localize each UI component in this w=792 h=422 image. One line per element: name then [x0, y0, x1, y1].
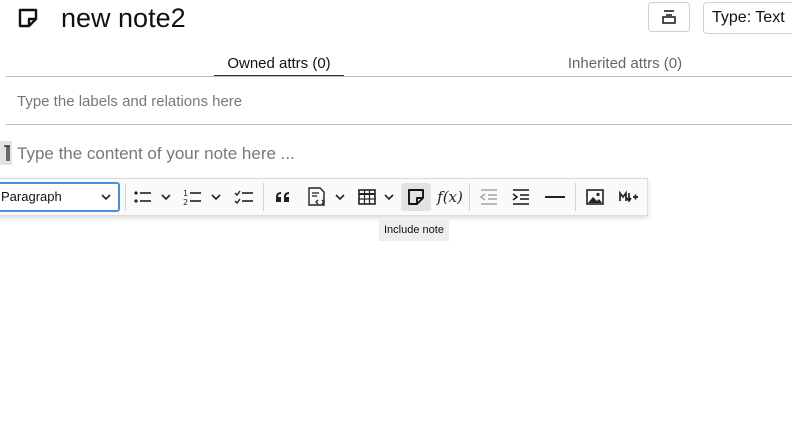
bulleted-list-icon	[134, 191, 151, 203]
horizontal-line-icon	[545, 196, 565, 198]
note-type-button[interactable]: Type: Text	[703, 2, 792, 34]
insert-image-button[interactable]	[583, 183, 607, 211]
toolbar-separator	[125, 183, 126, 211]
toolbar-separator	[469, 183, 470, 211]
indent-button[interactable]	[509, 183, 533, 211]
outdent-icon	[479, 189, 497, 205]
bulleted-list-dropdown[interactable]	[158, 183, 174, 211]
heading-select-value: Paragraph	[1, 189, 62, 204]
attributes-divider	[6, 124, 792, 125]
block-quote-button[interactable]	[271, 183, 295, 211]
svg-text:1: 1	[183, 189, 188, 198]
toolbar-separator	[575, 183, 576, 211]
tab-inherited-attrs[interactable]: Inherited attrs (0)	[560, 55, 690, 73]
numbered-list-button[interactable]: 1 2	[181, 183, 205, 211]
chevron-down-icon	[161, 194, 171, 201]
hoist-icon	[662, 10, 676, 24]
code-block-icon	[308, 187, 325, 206]
note-content-editor[interactable]: Type the content of your note here ...	[17, 143, 295, 164]
outdent-button[interactable]	[477, 183, 501, 211]
todo-list-icon	[234, 190, 253, 205]
svg-text:2: 2	[183, 198, 188, 207]
horizontal-line-button[interactable]	[543, 183, 567, 211]
math-button[interactable]: f(x)	[436, 183, 464, 211]
indent-icon	[512, 189, 529, 205]
chevron-down-icon	[101, 194, 111, 201]
attributes-input[interactable]: Type the labels and relations here	[17, 93, 242, 111]
include-note-icon	[408, 189, 424, 205]
math-icon: f(x)	[437, 188, 463, 206]
table-icon	[358, 189, 376, 205]
note-title[interactable]: new note2	[61, 1, 186, 35]
include-note-button[interactable]	[401, 183, 431, 211]
todo-list-button[interactable]	[232, 183, 256, 211]
markdown-import-button[interactable]	[616, 183, 642, 211]
code-block-dropdown[interactable]	[332, 183, 348, 211]
tab-owned-attrs[interactable]: Owned attrs (0)	[214, 55, 344, 73]
numbered-list-dropdown[interactable]	[208, 183, 224, 211]
hoist-button[interactable]	[648, 2, 690, 32]
markdown-icon	[619, 190, 638, 203]
insert-table-button[interactable]	[355, 183, 379, 211]
chevron-down-icon	[384, 194, 394, 201]
code-block-button[interactable]	[304, 183, 330, 211]
tabs-divider	[6, 76, 792, 77]
paragraph-marker-icon[interactable]	[0, 141, 12, 165]
heading-select[interactable]: Paragraph	[0, 182, 120, 212]
chevron-down-icon	[211, 194, 221, 201]
include-note-tooltip: Include note	[379, 219, 449, 241]
toolbar-separator	[263, 183, 264, 211]
numbered-list-icon: 1 2	[183, 189, 201, 207]
note-icon[interactable]	[16, 6, 40, 30]
table-dropdown[interactable]	[381, 183, 397, 211]
bulleted-list-button[interactable]	[131, 183, 155, 211]
image-icon	[586, 189, 604, 205]
chevron-down-icon	[335, 194, 345, 201]
block-quote-icon	[276, 192, 289, 202]
